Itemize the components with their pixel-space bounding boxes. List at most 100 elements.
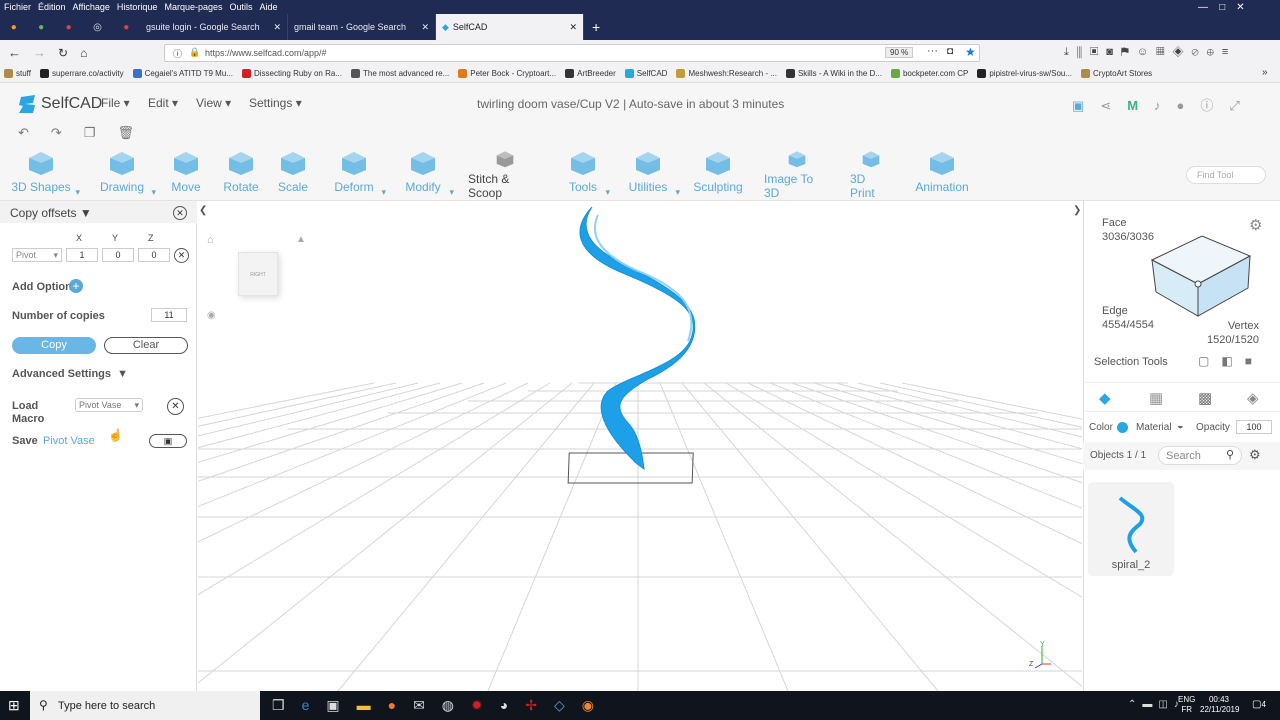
collapse-left-icon[interactable]: ❮ xyxy=(199,205,207,216)
more-icon[interactable]: ··· xyxy=(927,45,938,57)
tool-3d-shapes[interactable]: 3D Shapes ▾ xyxy=(10,150,80,200)
copy-button[interactable]: Copy xyxy=(12,337,96,354)
pinned-tabs[interactable]: ● ● ● ◎ ● xyxy=(0,14,140,40)
blender-icon[interactable]: ◉ xyxy=(582,697,611,713)
browser-menu-item[interactable]: Fichier xyxy=(4,2,31,12)
bookmark-item[interactable]: Meshwesh:Research - ... xyxy=(676,69,777,78)
bookmark-item[interactable]: Dissecting Ruby on Ra... xyxy=(241,69,342,78)
find-tool-input[interactable]: Find Tool xyxy=(1186,166,1266,184)
home-icon[interactable]: ⌂ xyxy=(80,46,87,60)
dropdown-arrow-icon[interactable]: ▼ xyxy=(80,206,92,220)
mail-icon[interactable]: ✉ xyxy=(413,697,442,713)
share-icon[interactable]: ⋖ xyxy=(1100,98,1127,113)
add-option-label[interactable]: Add Option xyxy=(12,281,72,293)
user-icon[interactable]: ● xyxy=(1177,98,1201,113)
pinned-tab-icon[interactable]: ● xyxy=(123,22,129,33)
bookmark-item[interactable]: superrare.co/activity xyxy=(39,69,124,78)
view-cube[interactable]: RIGHT xyxy=(238,252,278,296)
collapse-right-icon[interactable]: ❯ xyxy=(1073,205,1081,216)
panel-header[interactable]: Copy offsets ▼ xyxy=(0,201,197,223)
info-icon[interactable]: ⓘ xyxy=(173,47,182,60)
offset-y-input[interactable]: 0 xyxy=(102,248,134,262)
macro-select[interactable]: Pivot Vase ▾ xyxy=(75,398,143,412)
edge-icon[interactable]: e xyxy=(302,697,327,713)
tool-image-to-3d[interactable]: Image To 3D xyxy=(764,150,830,200)
object-card[interactable]: spiral_2 xyxy=(1088,482,1174,576)
color-swatch[interactable] xyxy=(1117,422,1128,433)
steam-icon[interactable]: ◕ xyxy=(500,697,525,713)
pinned-tab-icon[interactable]: ● xyxy=(38,22,44,33)
browser-menu-item[interactable]: Aide xyxy=(260,2,278,12)
spiral-object[interactable] xyxy=(579,206,696,471)
tab-gmail[interactable]: gmail team - Google Search ✕ xyxy=(288,14,436,40)
clear-button[interactable]: Clear xyxy=(104,337,188,354)
tool-tools[interactable]: Tools ▾ xyxy=(564,150,610,200)
app-icon[interactable]: ✹ xyxy=(471,697,500,713)
redo-icon[interactable]: ↷ xyxy=(51,125,84,140)
save-macro-button[interactable]: ▣ xyxy=(149,434,187,448)
notification-icon[interactable]: ▢4 xyxy=(1252,699,1266,710)
bookmark-star-icon[interactable]: ★ xyxy=(965,45,976,59)
tool-drawing[interactable]: Drawing ▾ xyxy=(96,150,156,200)
light-icon[interactable]: ▲ xyxy=(296,234,306,245)
tool-modify[interactable]: Modify ▾ xyxy=(400,150,454,200)
bookmark-item[interactable]: Cegaiel's ATITD T9 Mu... xyxy=(132,69,233,78)
tab-gsuite[interactable]: gsuite login - Google Search ✕ xyxy=(140,14,288,40)
bookmark-item[interactable]: CryptoArt Stores xyxy=(1081,69,1152,78)
app-icon[interactable]: ◍ xyxy=(442,697,471,713)
tool-stitch-scoop[interactable]: Stitch & Scoop xyxy=(468,150,542,200)
remove-offset-icon[interactable]: ✕ xyxy=(174,248,189,263)
browser-menu-item[interactable]: Marque-pages xyxy=(164,2,222,12)
material-icon[interactable]: ◒ xyxy=(1177,420,1184,432)
bookmarks-overflow-icon[interactable]: » xyxy=(1262,67,1268,78)
close-icon[interactable]: ✕ xyxy=(265,22,281,33)
home-view-icon[interactable]: ⌂ xyxy=(207,234,214,246)
windows-start-icon[interactable]: ⊞ xyxy=(8,697,20,714)
offset-x-input[interactable]: 1 xyxy=(66,248,98,262)
info-icon[interactable]: ⓘ xyxy=(1200,98,1229,113)
folder-icon[interactable]: ▬ xyxy=(357,697,388,713)
fullscreen-icon[interactable]: ⤢ xyxy=(1229,98,1255,113)
bookmark-item[interactable]: The most advanced re... xyxy=(351,69,449,78)
menu-file[interactable]: File ▾ xyxy=(101,96,130,110)
3d-viewport[interactable] xyxy=(0,201,1280,692)
xray-mode-icon[interactable]: ◈ xyxy=(1247,389,1259,407)
num-copies-input[interactable]: 11 xyxy=(151,308,187,322)
pinned-tab-icon[interactable]: ● xyxy=(11,22,17,33)
bookmark-item[interactable]: stuff xyxy=(4,69,31,78)
tab-selfcad[interactable]: ◆ SelfCAD ✕ xyxy=(436,14,584,40)
advanced-settings-toggle[interactable]: Advanced Settings ▼ xyxy=(12,368,128,380)
close-panel-icon[interactable]: ✕ xyxy=(173,206,187,220)
pinned-tab-icon[interactable]: ● xyxy=(66,22,72,33)
select-cursor-icon[interactable]: ▢ xyxy=(1198,354,1221,368)
menu-edit[interactable]: Edit ▾ xyxy=(148,96,178,110)
search-icon[interactable]: ⚲ xyxy=(1226,448,1234,461)
tool-deform[interactable]: Deform ▾ xyxy=(330,150,386,200)
forward-icon[interactable]: → xyxy=(33,45,46,60)
undo-icon[interactable]: ↶ xyxy=(18,125,51,140)
solid-wire-mode-icon[interactable]: ▩ xyxy=(1198,389,1212,407)
task-view-icon[interactable]: ❒ xyxy=(272,697,302,713)
tool-rotate[interactable]: Rotate xyxy=(223,150,259,200)
firefox-icon[interactable]: ● xyxy=(388,697,413,713)
tool-3d-print[interactable]: 3D Print xyxy=(850,150,892,200)
pocket-icon[interactable]: ◘ xyxy=(947,46,953,57)
menu-view[interactable]: View ▾ xyxy=(196,96,231,110)
save-icon[interactable]: ▣ xyxy=(1072,98,1100,113)
menu-settings[interactable]: Settings ▾ xyxy=(249,96,302,110)
offset-z-input[interactable]: 0 xyxy=(138,248,170,262)
trash-icon[interactable]: 🗑 xyxy=(117,125,156,140)
store-icon[interactable]: ▣ xyxy=(326,697,356,713)
select-solid-icon[interactable]: ■ xyxy=(1245,354,1264,368)
tool-animation[interactable]: Animation xyxy=(915,150,969,200)
wireframe-mode-icon[interactable]: ▦ xyxy=(1149,389,1163,407)
globe-icon[interactable]: ◎ xyxy=(93,22,102,33)
close-icon[interactable]: ✕ xyxy=(561,22,577,33)
taskbar-search[interactable]: ⚲ Type here to search xyxy=(30,691,260,720)
browser-menu-item[interactable]: Outils xyxy=(230,2,253,12)
bookmark-item[interactable]: ArtBreeder xyxy=(565,69,616,78)
bookmark-item[interactable]: pipistrel-virus-sw/Sou... xyxy=(977,69,1072,78)
copy-icon[interactable]: ❐ xyxy=(84,125,118,140)
bulb-icon[interactable]: ◉ xyxy=(207,310,216,321)
browser-menu-item[interactable]: Affichage xyxy=(73,2,110,12)
